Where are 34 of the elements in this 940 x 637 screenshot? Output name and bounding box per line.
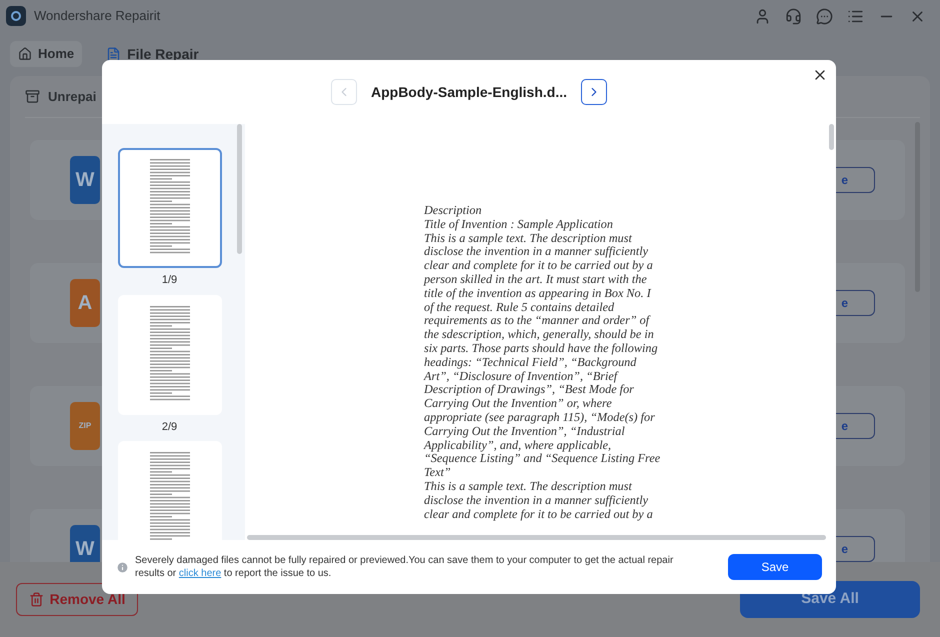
- headset-icon[interactable]: [785, 8, 802, 24]
- document-paragraph: This is a sample text. The description must disclose the invention in a manner sufficiently clear and complete for it to be carried out by a person skilled in the art. It must start with the title of the invention as appearing in Box No. I of the request. Rule 5 contains detailed requirements as to the “manner and order” of the sdescription, which, generally, should be in six parts. Those parts should have the following headings: “Technical Field”, “Background Art”, “Disclosure of Invention”, “Brief Description of Drawings”, “Best Mode for Carrying Out the Invention” or, where appropriate (see paragraph 115), “Mode(s) for Carrying Out the Invention”, “Industrial Applicability”, and, where applicable, “Sequence Listing” and “Sequence Listing Free Text”: [424, 232, 662, 480]
- page-thumbnail[interactable]: [118, 441, 222, 540]
- page-thumbnail[interactable]: [118, 148, 222, 268]
- panel-title: Unrepai: [48, 88, 96, 106]
- click-here-link[interactable]: click here: [178, 568, 222, 579]
- account-icon[interactable]: [754, 8, 771, 24]
- file-type-icon: A: [70, 279, 100, 327]
- document-paragraph: This is a sample text. The description must disclose the invention in a manner sufficiently clear and complete for it to be carried out by a: [424, 480, 654, 522]
- notice-text: Severely damaged files cannot be fully repaired or previewed.You can save them to your computer to get the actual repair results or click here to report the issue to us.: [135, 554, 674, 580]
- home-icon: [18, 47, 32, 61]
- folder-icon: [25, 89, 40, 104]
- nav-tab[interactable]: File Repair: [98, 41, 207, 67]
- chat-icon[interactable]: [816, 8, 833, 24]
- next-button[interactable]: [581, 79, 607, 105]
- scrollbar[interactable]: [829, 124, 834, 150]
- file-type-icon: W: [70, 156, 100, 204]
- page-number: 2/9: [162, 420, 178, 434]
- file-type-icon: ZIP: [70, 402, 100, 450]
- info-icon: [116, 560, 129, 574]
- document-paragraph: Title of Invention : Sample Application: [424, 218, 614, 232]
- nav-tab[interactable]: Home: [10, 41, 82, 67]
- page-thumbnail[interactable]: [118, 294, 222, 414]
- page-number: 1/9: [162, 273, 178, 288]
- scrollbar[interactable]: [237, 124, 242, 254]
- trash-icon: [28, 592, 44, 607]
- save-button[interactable]: Save: [728, 554, 822, 580]
- app-title: Wondershare Repairit: [34, 7, 160, 26]
- document-paragraph: Description: [424, 204, 483, 218]
- file-name: AppBody-Sample-English.d...: [370, 82, 567, 102]
- document-icon: [106, 46, 122, 62]
- app-logo-icon: [6, 6, 26, 26]
- file-type-icon: W: [70, 525, 100, 562]
- scrollbar[interactable]: [247, 535, 826, 540]
